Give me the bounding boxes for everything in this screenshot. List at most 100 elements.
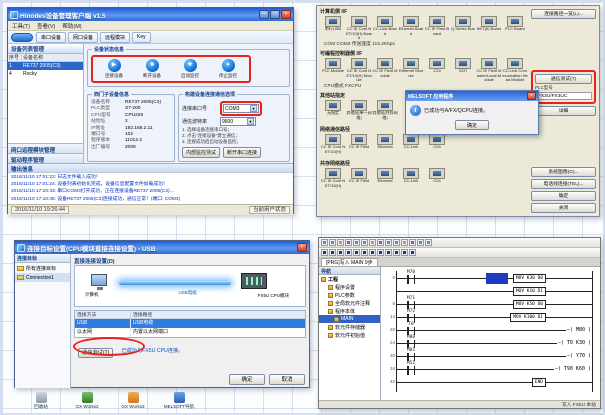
ok-button[interactable]: 确定 [531, 191, 596, 201]
desktop-shortcut[interactable]: MELSOFT导航 [162, 392, 196, 410]
toolbar-icon[interactable] [409, 239, 416, 246]
ok-button[interactable]: 确定 [229, 374, 265, 385]
ladder-symbol-icon[interactable] [337, 249, 344, 256]
route-option[interactable]: CC IE Field [346, 134, 372, 159]
ladder-symbol-icon[interactable] [401, 249, 408, 256]
route-option[interactable]: CC IE Field [346, 168, 372, 193]
ladder-rung[interactable]: 40 END [399, 376, 592, 389]
toolbar-icon[interactable] [321, 239, 328, 246]
ladder-symbol-icon[interactable] [385, 249, 392, 256]
ladder-symbol-icon[interactable] [329, 249, 336, 256]
ladder-symbol-icon[interactable] [361, 249, 368, 256]
connection-method-row[interactable]: USB USB电缆 [75, 319, 305, 328]
ladder-symbol-icon[interactable] [369, 249, 376, 256]
interface-option[interactable]: CC IE Field Master/Local Module [476, 58, 502, 83]
ladder-rung[interactable]: 14 M72 MOV K100 D1 [399, 311, 592, 324]
tel-button[interactable]: 电话线连接(TEL)... [531, 179, 596, 189]
nav-group-drivers[interactable]: 驱动程序管理 [8, 153, 83, 163]
toolbar-tab[interactable]: 串口设备 [36, 32, 66, 43]
interface-option[interactable]: CC IE Cont NET/10(H) Module [346, 58, 372, 83]
connection-method-row[interactable]: 以太网 内置以太网端口 [75, 328, 305, 337]
toolbar-icon[interactable] [417, 239, 424, 246]
toolbar-icon[interactable] [425, 239, 432, 246]
toolbar-tab[interactable]: Key [132, 32, 151, 43]
route-option[interactable]: C24 [424, 134, 450, 159]
route-option[interactable]: CC-Link [398, 168, 424, 193]
comm-test-button[interactable]: 通信测试(T) [535, 74, 592, 84]
ladder-rung[interactable]: 8 M71 MOV K50 D0 [399, 298, 592, 311]
interface-option[interactable]: Ethernet Board [398, 16, 424, 41]
connection-list-button[interactable]: 连接路径一览(L)... [531, 9, 596, 19]
interface-option[interactable]: CC-Link Communication Head Module [502, 58, 528, 83]
col-name[interactable]: 设备名称 [22, 54, 83, 61]
comm-test-button[interactable]: 内部监控测试 [182, 147, 220, 158]
tree-item[interactable]: MAIN [319, 315, 380, 323]
menu-item[interactable]: 工具(T) [12, 22, 30, 30]
ladder-symbol-icon[interactable] [321, 249, 328, 256]
interface-option[interactable]: CC IE Cont NET/10(H) Board [346, 16, 372, 41]
route-option[interactable]: CC IE Cont NET/10(H) [320, 134, 346, 159]
interface-option[interactable]: CC-Link Board [372, 16, 398, 41]
toolbar-icon[interactable] [377, 239, 384, 246]
device-row[interactable]: 4 Rocky [8, 70, 83, 78]
ladder-canvas[interactable]: 0 M70 MOV K30 D0 MOV K10 D1 8 [381, 267, 600, 400]
connection-target-item[interactable]: 所有连接目标 [15, 263, 70, 273]
ladder-symbol-icon[interactable] [353, 249, 360, 256]
ladder-symbol-icon[interactable] [345, 249, 352, 256]
window-button[interactable]: × [281, 10, 291, 19]
toolbar-icon[interactable] [337, 239, 344, 246]
tree-item[interactable]: 软元件存储器 [319, 323, 380, 331]
comm-test-button[interactable]: 通信测试(T) [78, 348, 113, 358]
interface-option[interactable]: GOT [450, 58, 476, 83]
device-group-icon[interactable] [11, 33, 33, 42]
interface-option[interactable]: Ethernet Module [398, 58, 424, 83]
connection-target-item[interactable]: Connection1 [15, 273, 70, 282]
toolbar-icon[interactable] [369, 239, 376, 246]
toolbar-icon[interactable] [401, 239, 408, 246]
nav-group-remote-modules[interactable]: 网口远程模块管理 [8, 143, 83, 153]
menu-item[interactable]: 查看(V) [37, 22, 55, 30]
toolbar-icon[interactable] [353, 239, 360, 246]
interface-option[interactable]: C24 [424, 58, 450, 83]
ladder-symbol-icon[interactable] [377, 249, 384, 256]
tree-item[interactable]: 软元件初始值 [319, 331, 380, 339]
status-button[interactable]: ▶ 连接设备 [98, 59, 130, 79]
status-button[interactable]: ■ 断开设备 [136, 59, 168, 79]
route-option[interactable]: CC-Link [398, 134, 424, 159]
interface-option[interactable]: PLC Board [502, 16, 528, 41]
titlebar[interactable]: Hinodes设备管理客户端 v1.5 ─□× [8, 8, 293, 21]
close-button[interactable]: × [297, 243, 307, 252]
close-button[interactable]: 关闭 [531, 203, 596, 213]
route-option[interactable]: Ethernet [372, 168, 398, 193]
interface-option[interactable]: 串行USB [320, 16, 346, 41]
route-option[interactable]: C24 [424, 168, 450, 193]
titlebar[interactable]: 连接目标设置(CPU模块直接连接设置) - USB × [15, 241, 309, 254]
status-button[interactable]: ✚ 启动监控 [174, 59, 206, 79]
station-option[interactable]: 其他站(单一网络) [346, 100, 372, 125]
cancel-button[interactable]: 取消 [269, 374, 305, 385]
route-option[interactable]: CC IE Cont NET/10(H) [320, 168, 346, 193]
tree-item[interactable]: PLC参数 [319, 291, 380, 299]
detail-button[interactable]: 详细 [531, 106, 596, 116]
route-option[interactable]: Ethernet [372, 134, 398, 159]
toolbar-icon[interactable] [385, 239, 392, 246]
toolbar-icon[interactable] [329, 239, 336, 246]
tree-item[interactable]: 程序本体 [319, 307, 380, 315]
interface-option[interactable]: Q Series Bus [450, 16, 476, 41]
melsoft-titlebar[interactable]: MELSOFT 应用程序 × [406, 91, 538, 101]
ladder-rung[interactable]: 24 M80 T0 K30 [399, 337, 592, 350]
toolbar-tab[interactable]: 网口设备 [68, 32, 98, 43]
station-option[interactable]: 其他站(共存网络) [372, 100, 398, 125]
window-button[interactable]: □ [270, 10, 280, 19]
tree-item[interactable]: 工程 [319, 275, 380, 283]
interface-option[interactable]: CC IE Field Board [424, 16, 450, 41]
desktop-shortcut[interactable]: GX Works3 [116, 392, 150, 410]
tree-item[interactable]: 全局软元件注释 [319, 299, 380, 307]
menu-item[interactable]: 帮助(M) [62, 22, 81, 30]
desktop-shortcut[interactable]: 回收站 [24, 392, 58, 410]
ladder-rung[interactable]: MOV K10 D1 [399, 285, 592, 298]
desktop-shortcut[interactable]: GX Works2 [70, 392, 104, 410]
toolbar-icon[interactable] [393, 239, 400, 246]
toolbar-icon[interactable] [345, 239, 352, 246]
ladder-rung[interactable]: 20 T0 M80 [399, 324, 592, 337]
